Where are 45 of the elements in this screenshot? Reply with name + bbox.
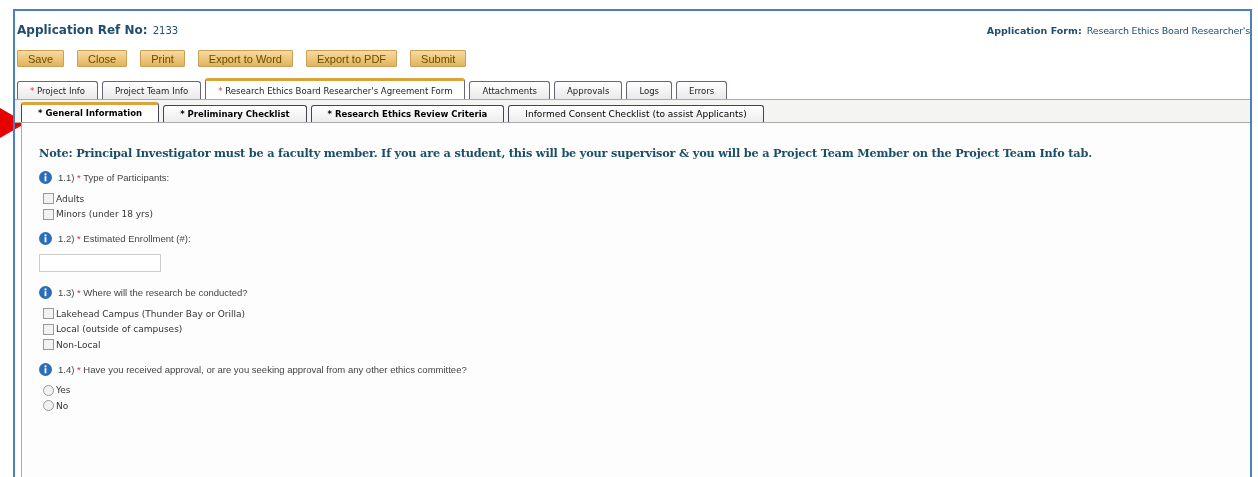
toolbar-button[interactable]: Export to Word bbox=[197, 50, 293, 67]
sub-tab[interactable]: * Research Ethics Review Criteria bbox=[310, 105, 505, 122]
ref-label: Application Ref No: bbox=[17, 23, 148, 37]
checkbox[interactable] bbox=[43, 308, 54, 320]
toolbar-button[interactable]: Export to PDF bbox=[306, 50, 398, 67]
tab[interactable]: * Project Info bbox=[17, 81, 99, 99]
option-label: No bbox=[56, 400, 69, 411]
radio-button[interactable] bbox=[43, 400, 54, 412]
option-label: Lakehead Campus (Thunder Bay or Orilla) bbox=[56, 308, 245, 319]
checkbox[interactable] bbox=[43, 339, 54, 351]
input-field[interactable] bbox=[39, 254, 161, 272]
ref-value: 2133 bbox=[152, 25, 179, 36]
tab[interactable]: Errors bbox=[676, 81, 728, 99]
option-label: Minors (under 18 yrs) bbox=[56, 209, 153, 220]
form-label: Application Form: bbox=[986, 25, 1082, 36]
sub-tab[interactable]: * Preliminary Checklist bbox=[163, 105, 307, 122]
tab[interactable]: * Research Ethics Board Researcher's Agreement Form bbox=[205, 78, 466, 99]
option-label: Yes bbox=[56, 385, 71, 396]
form-value: Research Ethics Board Researcher's bbox=[1086, 25, 1250, 36]
tab[interactable]: Approvals bbox=[554, 81, 623, 99]
tab[interactable]: Attachments bbox=[469, 81, 550, 99]
option-label: Local (outside of campuses) bbox=[56, 324, 183, 335]
toolbar-button[interactable]: Close bbox=[77, 50, 128, 67]
question-label: 1.1) * Type of Participants: bbox=[58, 172, 170, 183]
question-label: 1.2) * Estimated Enrollment (#): bbox=[58, 233, 191, 244]
note-text: Note: Principal Investigator must be a faculty member. If you are a student, this will be your supervisor & you will be a Project Team Member on the Project Team Info tab. bbox=[39, 146, 1093, 160]
question-label: 1.3) * Where will the research be conducted? bbox=[58, 287, 248, 298]
checkbox[interactable] bbox=[43, 193, 54, 205]
checkbox[interactable] bbox=[43, 208, 54, 220]
info-icon[interactable] bbox=[39, 362, 52, 376]
sub-tab[interactable]: * General Information bbox=[21, 102, 160, 122]
toolbar-button[interactable]: Save bbox=[17, 50, 65, 67]
question-label: 1.4) * Have you received approval, or are you seeking approval from any other ethics committee? bbox=[58, 363, 467, 375]
tab[interactable]: Logs bbox=[626, 81, 673, 99]
tab[interactable]: Project Team Info bbox=[102, 81, 202, 99]
toolbar-button[interactable]: Submit bbox=[410, 50, 467, 67]
info-icon[interactable] bbox=[39, 171, 52, 184]
toolbar-button[interactable]: Print bbox=[140, 50, 185, 67]
info-icon[interactable] bbox=[39, 286, 52, 299]
sub-tab[interactable]: Informed Consent Checklist (to assist Applicants) bbox=[508, 105, 764, 122]
info-icon[interactable] bbox=[39, 232, 52, 245]
checkbox[interactable] bbox=[43, 323, 54, 335]
option-label: Adults bbox=[56, 193, 85, 204]
option-label: Non-Local bbox=[56, 339, 101, 350]
radio-button[interactable] bbox=[43, 384, 54, 396]
